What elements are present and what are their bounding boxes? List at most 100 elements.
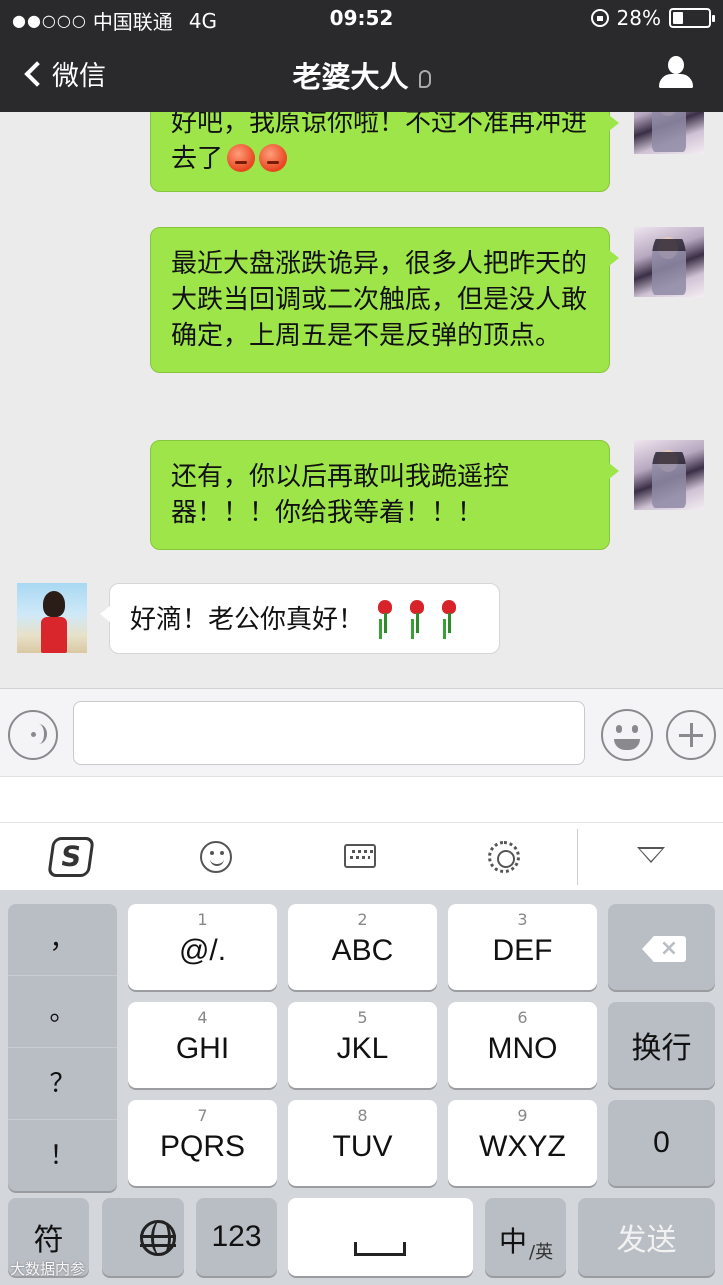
zero-key[interactable]: 0 — [608, 1100, 715, 1186]
more-options-plus-icon[interactable] — [666, 710, 716, 760]
status-right: 28% — [590, 6, 715, 30]
key-label: 中 — [499, 1225, 528, 1258]
punct-key-comma[interactable]: ， — [8, 904, 117, 976]
key-1[interactable]: 1 @/. — [128, 904, 277, 990]
key-label: 换行 — [631, 1032, 692, 1065]
ime-candidate-area — [0, 776, 723, 822]
backspace-icon-x: × — [659, 936, 679, 961]
navigation-bar: 微信 老婆大人 — [0, 36, 723, 112]
orientation-lock-icon — [590, 9, 609, 27]
key-label: MNO — [487, 1032, 558, 1065]
person-icon-body — [659, 74, 693, 88]
voice-input-icon[interactable] — [8, 710, 58, 760]
message-bubble-sent[interactable]: 最近大盘涨跌诡异，很多人把昨天的大跌当回调或二次触底，但是没人敢确定，上周五是不… — [150, 227, 619, 373]
person-icon — [668, 56, 684, 74]
key-label: ABC — [331, 934, 394, 967]
key-label: 符 — [33, 1224, 64, 1257]
key-number: 9 — [517, 1106, 528, 1125]
key-label: JKL — [336, 1032, 389, 1065]
message-input[interactable] — [73, 701, 585, 765]
chat-messages[interactable]: 好吧，我原谅你啦！不过不准再冲进去了 最近大盘涨跌诡异，很多人把昨天的大跌当回调… — [0, 112, 723, 688]
key-3[interactable]: 3 DEF — [448, 904, 597, 990]
key-4[interactable]: 4 GHI — [128, 1002, 277, 1088]
message-input-bar — [0, 688, 723, 776]
globe-key[interactable] — [102, 1198, 184, 1276]
language-switch-key[interactable]: 中 /英 — [485, 1198, 566, 1276]
keyboard-icon-body — [344, 844, 376, 868]
message-bubble-sent[interactable]: 还有，你以后再敢叫我跪遥控器！！！你给我等着！！！ — [150, 440, 619, 550]
sogou-logo-icon[interactable]: S — [47, 823, 98, 891]
key-9[interactable]: 9 WXYZ — [448, 1100, 597, 1186]
my-avatar[interactable] — [634, 227, 704, 297]
battery-fill — [673, 12, 683, 24]
message-text: 好滴！老公你真好！ — [130, 605, 365, 635]
key-number: 1 — [197, 910, 208, 929]
send-key[interactable]: 发送 — [578, 1198, 715, 1276]
chat-title: 老婆大人 — [0, 54, 723, 96]
backspace-key[interactable]: × — [608, 904, 715, 990]
hide-keyboard-icon[interactable] — [635, 823, 667, 891]
backspace-icon: × — [642, 936, 686, 962]
punct-key-exclamation[interactable]: ！ — [8, 1120, 117, 1192]
message-text: 还有，你以后再敢叫我跪遥控器！！！你给我等着！！！ — [171, 462, 510, 528]
key-2[interactable]: 2 ABC — [288, 904, 437, 990]
emoji-icon[interactable] — [601, 709, 653, 761]
gear-icon[interactable] — [487, 823, 523, 891]
numbers-key[interactable]: 123 — [196, 1198, 277, 1276]
chat-info-button[interactable] — [659, 56, 693, 90]
key-8[interactable]: 8 TUV — [288, 1100, 437, 1186]
key-sublabel: /英 — [529, 1242, 554, 1263]
key-number: 6 — [517, 1008, 528, 1027]
ime-toolbar: S — [0, 822, 723, 890]
gear-icon-body — [488, 841, 520, 873]
watermark: 大数据内参 — [10, 1260, 86, 1278]
key-number: 5 — [357, 1008, 368, 1027]
battery-icon — [669, 8, 715, 28]
contact-avatar[interactable] — [17, 583, 87, 653]
nine-key-keyboard: ， 。 ？ ！ 1 @/. 2 ABC 3 DEF × 4 GHI 5 JKL … — [0, 890, 723, 1285]
key-7[interactable]: 7 PQRS — [128, 1100, 277, 1186]
space-icon — [354, 1242, 406, 1256]
angry-face-icon — [259, 144, 288, 172]
key-number: 8 — [357, 1106, 368, 1125]
key-number: 3 — [517, 910, 528, 929]
rose-icon — [374, 600, 396, 634]
key-number: 2 — [357, 910, 368, 929]
contact-name: 老婆大人 — [292, 60, 409, 94]
globe-icon — [140, 1220, 176, 1256]
space-key[interactable] — [288, 1198, 473, 1276]
sogou-s-glyph: S — [47, 837, 95, 877]
smiley-icon[interactable] — [198, 823, 238, 891]
message-bubble-sent[interactable]: 好吧，我原谅你啦！不过不准再冲进去了 — [150, 112, 619, 192]
enter-key[interactable]: 换行 — [608, 1002, 715, 1088]
key-label: WXYZ — [479, 1130, 566, 1163]
rose-icon — [438, 600, 460, 634]
key-label: 123 — [211, 1220, 262, 1253]
punct-key-question[interactable]: ？ — [8, 1048, 117, 1120]
key-label: PQRS — [159, 1130, 246, 1163]
key-label: @/. — [178, 934, 227, 967]
key-5[interactable]: 5 JKL — [288, 1002, 437, 1088]
smiley-icon-face — [200, 841, 232, 873]
divider — [577, 829, 578, 885]
key-label: TUV — [332, 1130, 393, 1163]
my-avatar[interactable] — [634, 440, 704, 510]
triangle-down-icon — [637, 847, 665, 863]
key-6[interactable]: 6 MNO — [448, 1002, 597, 1088]
key-number: 7 — [197, 1106, 208, 1125]
punctuation-column[interactable]: ， 。 ？ ！ — [8, 904, 117, 1191]
angry-face-icon — [227, 144, 256, 172]
key-label: GHI — [175, 1032, 230, 1065]
key-label: 0 — [653, 1126, 670, 1159]
keyboard-icon[interactable] — [343, 823, 379, 891]
key-label: 发送 — [616, 1224, 677, 1257]
status-bar: ●●○○○ 中国联通 4G 09:52 28% — [0, 0, 723, 36]
rose-icon — [406, 600, 428, 634]
key-number: 4 — [197, 1008, 208, 1027]
battery-percent: 28% — [616, 6, 661, 30]
my-avatar[interactable] — [634, 112, 704, 154]
key-label: DEF — [492, 934, 553, 967]
message-bubble-received[interactable]: 好滴！老公你真好！ — [100, 583, 500, 654]
message-text: 最近大盘涨跌诡异，很多人把昨天的大跌当回调或二次触底，但是没人敢确定，上周五是不… — [171, 249, 588, 351]
punct-key-period[interactable]: 。 — [8, 976, 117, 1048]
